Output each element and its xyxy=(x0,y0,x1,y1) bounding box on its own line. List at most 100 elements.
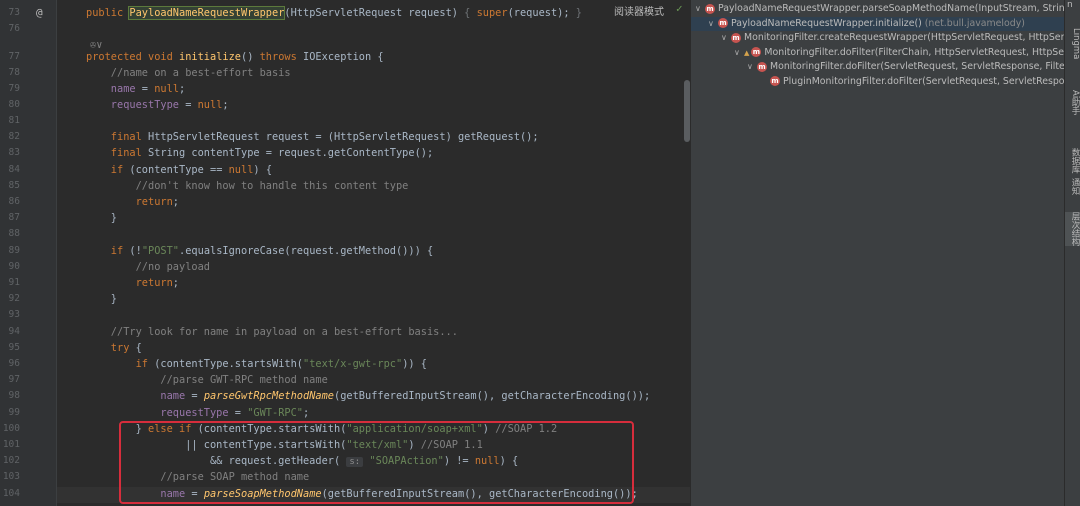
code-line[interactable]: 77 protected void initialize() throws IOE… xyxy=(0,49,690,65)
call-hierarchy-node[interactable]: ∨ m PayloadNameRequestWrapper.parseSoapMet… xyxy=(691,2,1069,16)
reader-mode-button[interactable]: 阅读器模式 xyxy=(614,3,664,18)
code-line[interactable]: 98 name = parseGwtRpcMethodName(getBuffe… xyxy=(0,388,690,404)
method-icon: m xyxy=(751,47,762,57)
highlight-box xyxy=(119,421,634,504)
line-number: 98 xyxy=(8,390,20,401)
code-line[interactable]: 95 try { xyxy=(0,340,690,356)
code-text: return; xyxy=(86,196,179,208)
override-marker-icon[interactable]: @ xyxy=(36,5,43,21)
sidebar-tab[interactable]: Lingma xyxy=(1065,28,1080,59)
node-label: MonitoringFilter.doFilter(FilterChain, H… xyxy=(764,46,1080,58)
method-icon: m xyxy=(757,61,767,72)
code-text: //parse GWT-RPC method name xyxy=(86,374,328,386)
code-line[interactable]: 89 if (!"POST".equalsIgnoreCase(request.… xyxy=(0,243,690,259)
code-line[interactable]: 96 if (contentType.startsWith("text/x-gw… xyxy=(0,356,690,372)
line-number: 102 xyxy=(2,455,20,466)
sidebar-tab[interactable]: 层次结构 xyxy=(1065,212,1080,246)
node-label: MonitoringFilter.doFilter(ServletRequest… xyxy=(770,61,1076,72)
call-hierarchy-node[interactable]: ∨ m MonitoringFilter.doFilter(ServletReque… xyxy=(691,60,1080,74)
call-hierarchy-node[interactable]: m PluginMonitoringFilter.doFilter(Servlet… xyxy=(691,75,1080,89)
sidebar-tab[interactable]: 数据库 xyxy=(1065,148,1080,174)
call-hierarchy-node[interactable]: ∨ ▲ m MonitoringFilter.doFilter(FilterChain… xyxy=(691,46,1080,60)
code-text: if (contentType == null) { xyxy=(86,164,273,176)
sidebar-top-letter: n xyxy=(1067,0,1073,10)
chevron-down-icon[interactable]: ∨ xyxy=(708,17,718,31)
code-line[interactable]: 88 xyxy=(0,226,690,242)
code-line[interactable]: 97 //parse GWT-RPC method name xyxy=(0,372,690,388)
line-number: 90 xyxy=(8,261,20,272)
line-number: 85 xyxy=(8,180,20,191)
line-number: 94 xyxy=(8,326,20,337)
chevron-down-icon[interactable]: ∨ xyxy=(695,2,705,16)
code-text: name = parseGwtRpcMethodName(getBuffered… xyxy=(86,390,651,402)
code-text: //Try look for name in payload on a best… xyxy=(86,326,458,338)
code-line[interactable]: 91 return; xyxy=(0,275,690,291)
code-line[interactable]: 99 requestType = "GWT-RPC"; xyxy=(0,405,690,421)
line-number: 96 xyxy=(8,358,20,369)
line-number: 92 xyxy=(8,293,20,304)
code-text: requestType = "GWT-RPC"; xyxy=(86,407,310,419)
code-line[interactable]: 80 requestType = null; xyxy=(0,97,690,113)
code-text: public PayloadNameRequestWrapper(HttpSer… xyxy=(86,6,582,20)
package-label: (net.bull.javamelody) xyxy=(924,17,1025,29)
code-text: //no payload xyxy=(86,261,210,273)
code-line[interactable]: 90 //no payload xyxy=(0,259,690,275)
code-text: final String contentType = request.getCo… xyxy=(86,147,434,159)
line-number: 79 xyxy=(8,83,20,94)
code-line[interactable]: 92 } xyxy=(0,291,690,307)
line-number: 97 xyxy=(8,374,20,385)
call-hierarchy-node[interactable]: ∨ m PayloadNameRequestWrapper.initialize()… xyxy=(691,16,1080,31)
node-label: PayloadNameRequestWrapper.parseSoapMetho… xyxy=(718,3,1069,14)
line-number: 78 xyxy=(8,67,20,78)
call-hierarchy-node[interactable]: ∨ m MonitoringFilter.createRequestWrapper(… xyxy=(691,31,1080,45)
code-text: //name on a best-effort basis xyxy=(86,67,291,79)
sidebar-tab[interactable]: 通知 xyxy=(1065,178,1080,195)
code-text: } xyxy=(86,293,117,305)
code-line[interactable]: 76 xyxy=(0,21,690,37)
line-number: 76 xyxy=(8,23,20,34)
code-text: } xyxy=(86,212,117,224)
line-number: 81 xyxy=(8,115,20,126)
code-text: protected void initialize() throws IOExc… xyxy=(86,51,384,63)
line-number: 104 xyxy=(2,488,20,499)
code-text: return; xyxy=(86,277,179,289)
line-number: 73 xyxy=(8,7,20,18)
code-text: //don't know how to handle this content … xyxy=(86,180,409,192)
line-number: 86 xyxy=(8,196,20,207)
code-line[interactable]: 83 final String contentType = request.ge… xyxy=(0,145,690,161)
code-line[interactable]: 78 //name on a best-effort basis xyxy=(0,65,690,81)
code-text: if (contentType.startsWith("text/x-gwt-r… xyxy=(86,358,428,370)
line-number: 84 xyxy=(8,164,20,175)
code-line[interactable]: 87 } xyxy=(0,210,690,226)
node-label: PluginMonitoringFilter.doFilter(ServletR… xyxy=(783,75,1071,87)
code-line[interactable]: 81 xyxy=(0,113,690,129)
code-editor[interactable]: 73 public PayloadNameRequestWrapper(HttpS… xyxy=(0,0,690,506)
node-label: MonitoringFilter.createRequestWrapper(Ht… xyxy=(744,32,1079,43)
line-number: 93 xyxy=(8,309,20,320)
chevron-down-icon[interactable]: ∨ xyxy=(721,31,731,45)
code-line[interactable]: 93 xyxy=(0,307,690,323)
line-number: 100 xyxy=(2,423,20,434)
code-line[interactable]: 82 final HttpServletRequest request = (H… xyxy=(0,129,690,145)
node-label: PayloadNameRequestWrapper.initialize() xyxy=(731,17,925,29)
line-number: 83 xyxy=(8,147,20,158)
chevron-down-icon[interactable]: ∨ xyxy=(747,60,757,74)
code-text: name = null; xyxy=(86,83,186,95)
code-line[interactable]: 85 //don't know how to handle this conte… xyxy=(0,178,690,194)
line-number: 91 xyxy=(8,277,20,288)
code-text: final HttpServletRequest request = (Http… xyxy=(86,131,539,143)
code-line[interactable]: 79 name = null; xyxy=(0,81,690,97)
code-text: if (!"POST".equalsIgnoreCase(request.get… xyxy=(86,245,434,257)
line-number: 103 xyxy=(2,471,20,482)
inspection-ok-icon[interactable]: ✓ xyxy=(676,2,683,15)
chevron-down-icon[interactable]: ∨ xyxy=(734,46,744,60)
line-number: 89 xyxy=(8,245,20,256)
code-line[interactable]: 84 if (contentType == null) { xyxy=(0,162,690,178)
method-icon: m xyxy=(718,18,728,28)
lock-icon: ▲ xyxy=(744,48,750,57)
sidebar-tab[interactable]: Ai助手 xyxy=(1065,90,1080,115)
code-line[interactable]: 86 return; xyxy=(0,194,690,210)
line-number: 88 xyxy=(8,228,20,239)
code-line[interactable]: 73 public PayloadNameRequestWrapper(HttpS… xyxy=(0,5,690,21)
code-line[interactable]: 94 //Try look for name in payload on a b… xyxy=(0,324,690,340)
